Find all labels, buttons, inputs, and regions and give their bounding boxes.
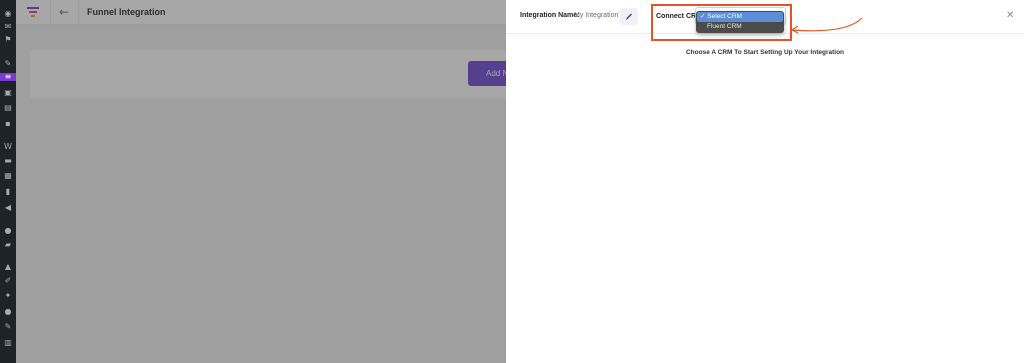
payments-icon[interactable]: ▦ (3, 172, 13, 180)
plugins-icon[interactable]: ✦ (3, 292, 13, 300)
pages-icon[interactable]: ▤ (3, 104, 13, 112)
edit-name-button[interactable] (620, 8, 638, 25)
products-icon[interactable]: ▬ (3, 157, 13, 165)
pin-icon[interactable]: ✎ (3, 60, 13, 68)
media-icon[interactable]: ▣ (3, 89, 13, 97)
analytics-icon[interactable]: ▮ (3, 188, 13, 196)
choose-crm-hint: Choose A CRM To Start Setting Up Your In… (685, 49, 845, 56)
integration-name-value: My Integration (574, 12, 619, 19)
astra-icon[interactable]: ▲ (3, 263, 13, 271)
appearance-icon[interactable]: ✐ (3, 277, 13, 285)
settings-icon[interactable]: ▥ (3, 339, 13, 347)
integration-name-label: Integration Name: (520, 12, 580, 19)
dashboard-icon[interactable]: ◉ (3, 10, 13, 18)
integration-panel: Integration Name: My Integration Connect… (506, 0, 1024, 363)
annotation-highlight (651, 4, 792, 41)
users-icon[interactable]: ● (3, 308, 13, 316)
marketing-icon[interactable]: ◀ (3, 204, 13, 212)
close-icon[interactable]: ✕ (1006, 10, 1014, 21)
elementor-icon[interactable]: ● (3, 227, 13, 235)
templates-icon[interactable]: ▰ (3, 241, 13, 249)
woocommerce-icon[interactable]: W (3, 143, 13, 151)
tools-icon[interactable]: ✎ (3, 323, 13, 331)
wp-admin-sidebar: ◉ ✉ ⚑ ✎ ≡ ▣ ▤ ▪ W ▬ ▦ ▮ ◀ ● ▰ ▲ ✐ ✦ ● ✎ … (0, 0, 16, 363)
modal-overlay[interactable] (16, 0, 506, 363)
funnel-plugin-icon[interactable]: ≡ (0, 73, 16, 81)
comments-icon[interactable]: ▪ (3, 120, 13, 128)
flag-icon[interactable]: ⚑ (3, 36, 13, 44)
mail-icon[interactable]: ✉ (3, 23, 13, 31)
annotation-arrow-icon (791, 17, 863, 34)
pencil-icon (626, 13, 632, 20)
